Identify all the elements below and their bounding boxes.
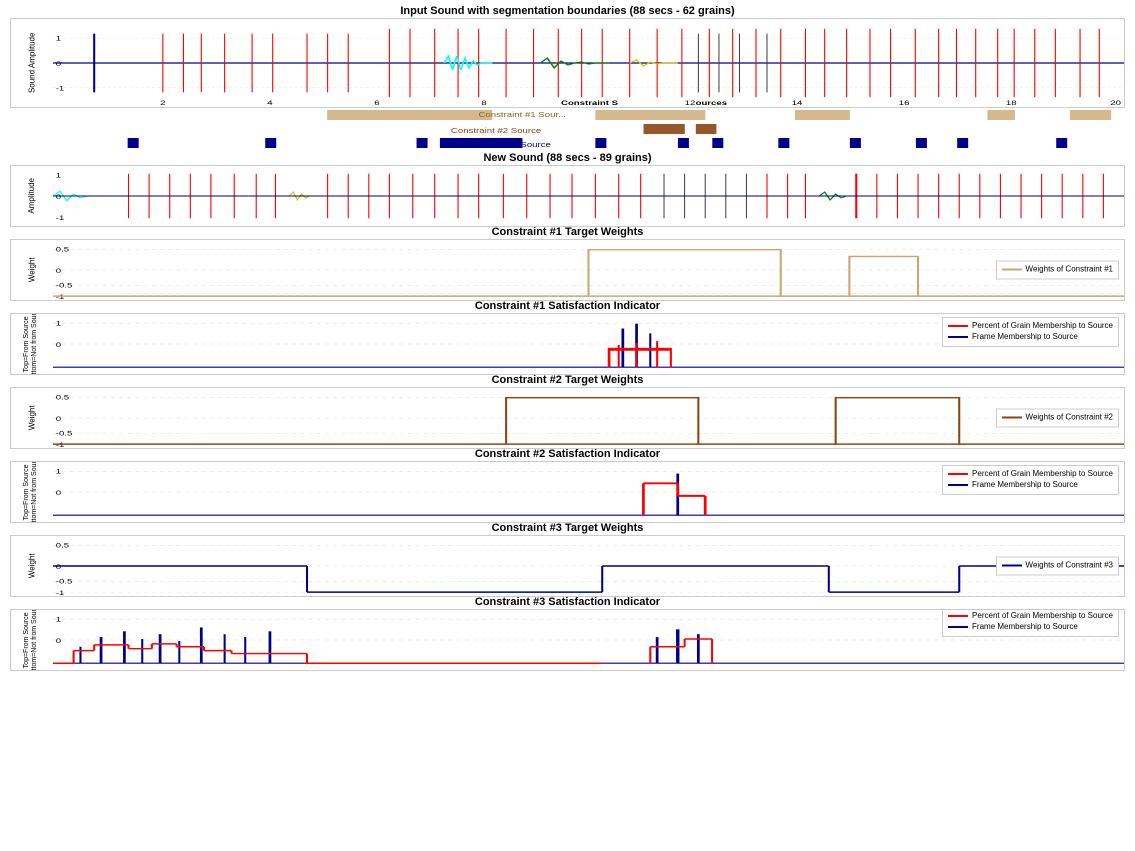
c1-weights-legend: Weights of Constraint #1 (996, 261, 1119, 280)
svg-text:1: 1 (56, 319, 62, 327)
svg-text:Constraint #1 Sour...: Constraint #1 Sour... (478, 110, 566, 118)
svg-text:0.5: 0.5 (56, 541, 70, 549)
c1-weights-title: Constraint #1 Target Weights (10, 226, 1125, 238)
c1-weights-svg: 0.5 0 -0.5 -1 (53, 240, 1124, 300)
c1-satisfaction-title: Constraint #1 Satisfaction Indicator (10, 300, 1125, 312)
input-sound-panel: Input Sound with segmentation boundaries… (10, 5, 1125, 150)
main-container: Input Sound with segmentation boundaries… (0, 0, 1135, 851)
svg-text:0: 0 (56, 340, 62, 348)
svg-text:Constraint #2 Source: Constraint #2 Source (451, 126, 542, 134)
svg-text:12: 12 (685, 98, 696, 106)
c2-satisfaction-legend: Percent of Grain Membership to Source Fr… (942, 465, 1119, 495)
svg-text:0: 0 (56, 266, 62, 274)
svg-text:-0.5: -0.5 (56, 577, 73, 585)
c2-weights-svg: 0.5 0 -0.5 -1 (53, 388, 1124, 448)
c3-satisfaction-chart: Top=From SourceBottom=Not from Source 1 … (10, 609, 1125, 671)
c2-satisfaction-title: Constraint #2 Satisfaction Indicator (10, 448, 1125, 460)
input-sound-svg: 1 0 -1 (53, 19, 1124, 107)
svg-text:4: 4 (267, 98, 273, 106)
svg-text:ources: ources (696, 98, 728, 106)
svg-text:0.5: 0.5 (56, 393, 70, 401)
input-sound-ylabel: Sound Amplitude (11, 19, 53, 107)
input-sound-inner: 1 0 -1 (53, 19, 1124, 107)
input-sound-chart: Sound Amplitude 1 0 -1 (10, 18, 1125, 108)
svg-text:0: 0 (56, 636, 62, 644)
c3-weights-chart: Weight 0.5 0 -0.5 -1 (10, 535, 1125, 597)
svg-text:0: 0 (56, 414, 62, 422)
c1-satisfaction-panel: Constraint #1 Satisfaction Indicator Top… (10, 300, 1125, 372)
c3-satisfaction-panel: Constraint #3 Satisfaction Indicator Top… (10, 596, 1125, 668)
svg-text:0: 0 (56, 488, 62, 496)
svg-text:-1: -1 (56, 589, 65, 596)
c3-weights-panel: Constraint #3 Target Weights Weight 0.5 … (10, 522, 1125, 594)
svg-text:Constraint #3 Source: Constraint #3 Source (461, 140, 552, 148)
c3-satisfaction-title: Constraint #3 Satisfaction Indicator (10, 596, 1125, 608)
svg-text:8: 8 (481, 98, 487, 106)
c2-weights-legend: Weights of Constraint #2 (996, 409, 1119, 428)
svg-text:0.5: 0.5 (56, 245, 70, 253)
svg-text:-1: -1 (56, 84, 65, 92)
c1-weights-chart: Weight 0.5 0 -0.5 -1 (10, 239, 1125, 301)
c2-weights-panel: Constraint #2 Target Weights Weight 0.5 … (10, 374, 1125, 446)
svg-text:-1: -1 (56, 214, 65, 222)
svg-text:20: 20 (1110, 98, 1121, 106)
svg-text:2: 2 (160, 98, 166, 106)
svg-text:16: 16 (899, 98, 910, 106)
svg-text:1: 1 (56, 34, 62, 42)
c2-weights-chart: Weight 0.5 0 -0.5 -1 (10, 387, 1125, 449)
svg-text:1: 1 (56, 467, 62, 475)
input-sound-title: Input Sound with segmentation boundaries… (10, 5, 1125, 17)
svg-text:6: 6 (374, 98, 380, 106)
new-sound-chart: Amplitude 1 0 -1 (10, 165, 1125, 227)
c2-satisfaction-panel: Constraint #2 Satisfaction Indicator Top… (10, 448, 1125, 520)
c3-weights-legend: Weights of Constraint #3 (996, 557, 1119, 576)
svg-text:1: 1 (56, 615, 62, 623)
new-sound-svg: 1 0 -1 (53, 166, 1124, 226)
new-sound-panel: New Sound (88 secs - 89 grains) Amplitud… (10, 152, 1125, 224)
svg-text:-0.5: -0.5 (56, 281, 73, 289)
svg-text:-0.5: -0.5 (56, 429, 73, 437)
svg-text:18: 18 (1006, 98, 1017, 106)
new-sound-title: New Sound (88 secs - 89 grains) (10, 152, 1125, 164)
c2-weights-title: Constraint #2 Target Weights (10, 374, 1125, 386)
c3-satisfaction-legend: Percent of Grain Membership to Source Fr… (942, 609, 1119, 637)
svg-text:Constraint S: Constraint S (561, 98, 619, 106)
c3-weights-svg: 0.5 0 -0.5 -1 (53, 536, 1124, 596)
constraint-sources-svg: Constraint #1 Sour... Constraint #2 Sour… (52, 108, 1125, 156)
c2-satisfaction-chart: Top=From SourceBottom=Not from Source 1 … (10, 461, 1125, 523)
c3-weights-title: Constraint #3 Target Weights (10, 522, 1125, 534)
c1-weights-panel: Constraint #1 Target Weights Weight 0.5 … (10, 226, 1125, 298)
c1-satisfaction-chart: Top=From SourceBottom=Not from Source 1 … (10, 313, 1125, 375)
c1-satisfaction-legend: Percent of Grain Membership to Source Fr… (942, 317, 1119, 347)
svg-text:14: 14 (792, 98, 803, 106)
svg-text:1: 1 (56, 171, 62, 179)
